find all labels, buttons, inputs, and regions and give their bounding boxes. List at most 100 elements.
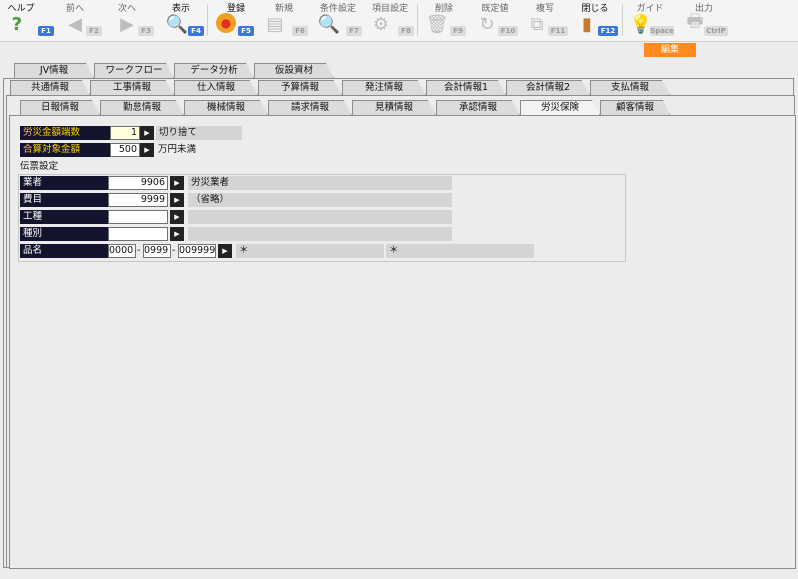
category-label: 種別 bbox=[20, 227, 108, 241]
display-button[interactable]: 表示 🔍 F4 bbox=[160, 0, 204, 40]
copy-button[interactable]: 複写 ⧉ F11 bbox=[520, 0, 570, 40]
f9-key-badge: F9 bbox=[450, 26, 466, 36]
tab-approval-info[interactable]: 承認情報 bbox=[436, 100, 520, 115]
product-code-2-input[interactable]: 0999 bbox=[143, 244, 171, 258]
tab-label: データ分析 bbox=[190, 65, 238, 76]
register-button[interactable]: 登録 ● F5 bbox=[214, 0, 258, 40]
vendor-label: 業者 bbox=[20, 176, 108, 190]
register-label: 登録 bbox=[226, 4, 245, 14]
item-settings-button[interactable]: 項目設定 ⚙ F8 bbox=[364, 0, 416, 40]
vendor-dropdown-button[interactable]: ▶ bbox=[170, 176, 184, 190]
f3-key-badge: F3 bbox=[138, 26, 154, 36]
tab-label: 会計情報2 bbox=[525, 82, 571, 93]
copy-icon: ⧉ bbox=[530, 13, 544, 35]
product-dropdown-button[interactable]: ▶ bbox=[218, 244, 232, 258]
arrow-right-icon: ▶ bbox=[120, 13, 134, 35]
question-icon: ? bbox=[11, 13, 23, 35]
work-type-name bbox=[188, 210, 452, 224]
slip-settings-title: 伝票設定 bbox=[20, 161, 59, 172]
arrow-left-icon: ◀ bbox=[68, 13, 82, 35]
rounding-dropdown-button[interactable]: ▶ bbox=[140, 126, 154, 140]
next-button[interactable]: 次へ ▶ F3 bbox=[110, 0, 154, 40]
tab-attendance-info[interactable]: 勤怠情報 bbox=[100, 100, 184, 115]
close-button[interactable]: 閉じる ▮ F12 bbox=[570, 0, 620, 40]
rounding-input[interactable]: 1 bbox=[110, 126, 140, 140]
output-button[interactable]: 出力 🖶 CtrlP bbox=[678, 0, 730, 40]
product-code-3-input[interactable]: 009999 bbox=[178, 244, 216, 258]
tab-billing-info[interactable]: 請求情報 bbox=[268, 100, 352, 115]
tab-label: 支払情報 bbox=[610, 82, 649, 93]
search-icon: 🔍 bbox=[317, 13, 341, 35]
f5-key-badge: F5 bbox=[238, 26, 254, 36]
total-target-dropdown-button[interactable]: ▶ bbox=[140, 143, 154, 157]
tab-customer-info[interactable]: 顧客情報 bbox=[600, 100, 670, 115]
tab-label: 見積情報 bbox=[374, 102, 413, 113]
tab-workflow[interactable]: ワークフロー bbox=[94, 63, 174, 78]
f1-key-badge: F1 bbox=[38, 26, 54, 36]
product-name-2: ＊ bbox=[386, 244, 534, 258]
tab-common-info[interactable]: 共通情報 bbox=[10, 80, 90, 95]
default-value-button[interactable]: 既定値 ↻ F10 bbox=[470, 0, 520, 40]
tab-label: 会計情報1 bbox=[443, 82, 489, 93]
toolbar-separator bbox=[417, 4, 418, 36]
product-code-dash: - bbox=[172, 245, 176, 256]
expense-code-input[interactable]: 9999 bbox=[108, 193, 168, 207]
work-type-dropdown-button[interactable]: ▶ bbox=[170, 210, 184, 224]
tab-construction-info[interactable]: 工事情報 bbox=[90, 80, 174, 95]
total-target-input[interactable]: 500 bbox=[110, 143, 140, 157]
guide-button[interactable]: ガイド 💡 Space bbox=[624, 0, 676, 40]
magnifier-icon: 🔍 bbox=[165, 13, 189, 35]
f8-key-badge: F8 bbox=[398, 26, 414, 36]
tab-label: 仮設資材 bbox=[274, 65, 313, 76]
prev-button[interactable]: 前へ ◀ F2 bbox=[58, 0, 102, 40]
f2-key-badge: F2 bbox=[86, 26, 102, 36]
toolbar: ヘルプ ? F1 前へ ◀ F2 次へ ▶ F3 表示 🔍 F4 登録 ● F5… bbox=[0, 0, 798, 42]
category-dropdown-button[interactable]: ▶ bbox=[170, 227, 184, 241]
tab-label: 承認情報 bbox=[458, 102, 497, 113]
tab-estimate-info[interactable]: 見積情報 bbox=[352, 100, 436, 115]
f11-key-badge: F11 bbox=[548, 26, 568, 36]
tab-label: 機械情報 bbox=[206, 102, 245, 113]
total-target-label: 合算対象金額 bbox=[20, 143, 110, 157]
tab-accounting-info-1[interactable]: 会計情報1 bbox=[426, 80, 506, 95]
new-document-icon: ▤ bbox=[266, 13, 284, 35]
f10-key-badge: F10 bbox=[498, 26, 518, 36]
work-type-code-input[interactable] bbox=[108, 210, 168, 224]
vendor-code-input[interactable]: 9906 bbox=[108, 176, 168, 190]
tab-jv-info[interactable]: JV情報 bbox=[14, 63, 94, 78]
rounding-label: 労災金額端数 bbox=[20, 126, 110, 140]
vendor-name: 労災業者 bbox=[188, 176, 452, 190]
expense-name: （省略） bbox=[188, 193, 452, 207]
tab-payment-info[interactable]: 支払情報 bbox=[590, 80, 670, 95]
trash-icon: 🗑 bbox=[425, 13, 449, 35]
refresh-icon: ↻ bbox=[479, 13, 495, 35]
tab-budget-info[interactable]: 予算情報 bbox=[258, 80, 342, 95]
tab-label: 請求情報 bbox=[290, 102, 329, 113]
expense-label: 費目 bbox=[20, 193, 108, 207]
f6-key-badge: F6 bbox=[292, 26, 308, 36]
wrench-icon: ⚙ bbox=[372, 13, 390, 35]
tab-label: 工事情報 bbox=[112, 82, 151, 93]
tab-daily-report-info[interactable]: 日報情報 bbox=[20, 100, 100, 115]
edit-mode-badge: 編集 bbox=[644, 43, 696, 57]
tab-accounting-info-2[interactable]: 会計情報2 bbox=[506, 80, 590, 95]
total-target-suffix: 万円未満 bbox=[158, 144, 197, 155]
tab-workers-comp-insurance[interactable]: 労災保険 bbox=[520, 100, 600, 115]
tab-order-info[interactable]: 発注情報 bbox=[342, 80, 426, 95]
tab-label: 勤怠情報 bbox=[122, 102, 161, 113]
tab-purchase-info[interactable]: 仕入情報 bbox=[174, 80, 258, 95]
tab-label: 予算情報 bbox=[280, 82, 319, 93]
delete-button[interactable]: 削除 🗑 F9 bbox=[420, 0, 468, 40]
tab-label: 日報情報 bbox=[40, 102, 79, 113]
tab-data-analysis[interactable]: データ分析 bbox=[174, 63, 254, 78]
expense-dropdown-button[interactable]: ▶ bbox=[170, 193, 184, 207]
condition-button[interactable]: 条件設定 🔍 F7 bbox=[312, 0, 364, 40]
tab-label: JV情報 bbox=[39, 65, 69, 76]
product-code-1-input[interactable]: 0000 bbox=[108, 244, 136, 258]
help-button[interactable]: ヘルプ ? F1 bbox=[4, 0, 54, 40]
tab-temporary-materials[interactable]: 仮設資材 bbox=[254, 63, 334, 78]
new-button[interactable]: 新規 ▤ F6 bbox=[258, 0, 310, 40]
tab-machine-info[interactable]: 機械情報 bbox=[184, 100, 268, 115]
main-panel: 労災金額端数 1 ▶ 切り捨て 合算対象金額 500 ▶ 万円未満 伝票設定 業… bbox=[9, 115, 796, 569]
category-code-input[interactable] bbox=[108, 227, 168, 241]
